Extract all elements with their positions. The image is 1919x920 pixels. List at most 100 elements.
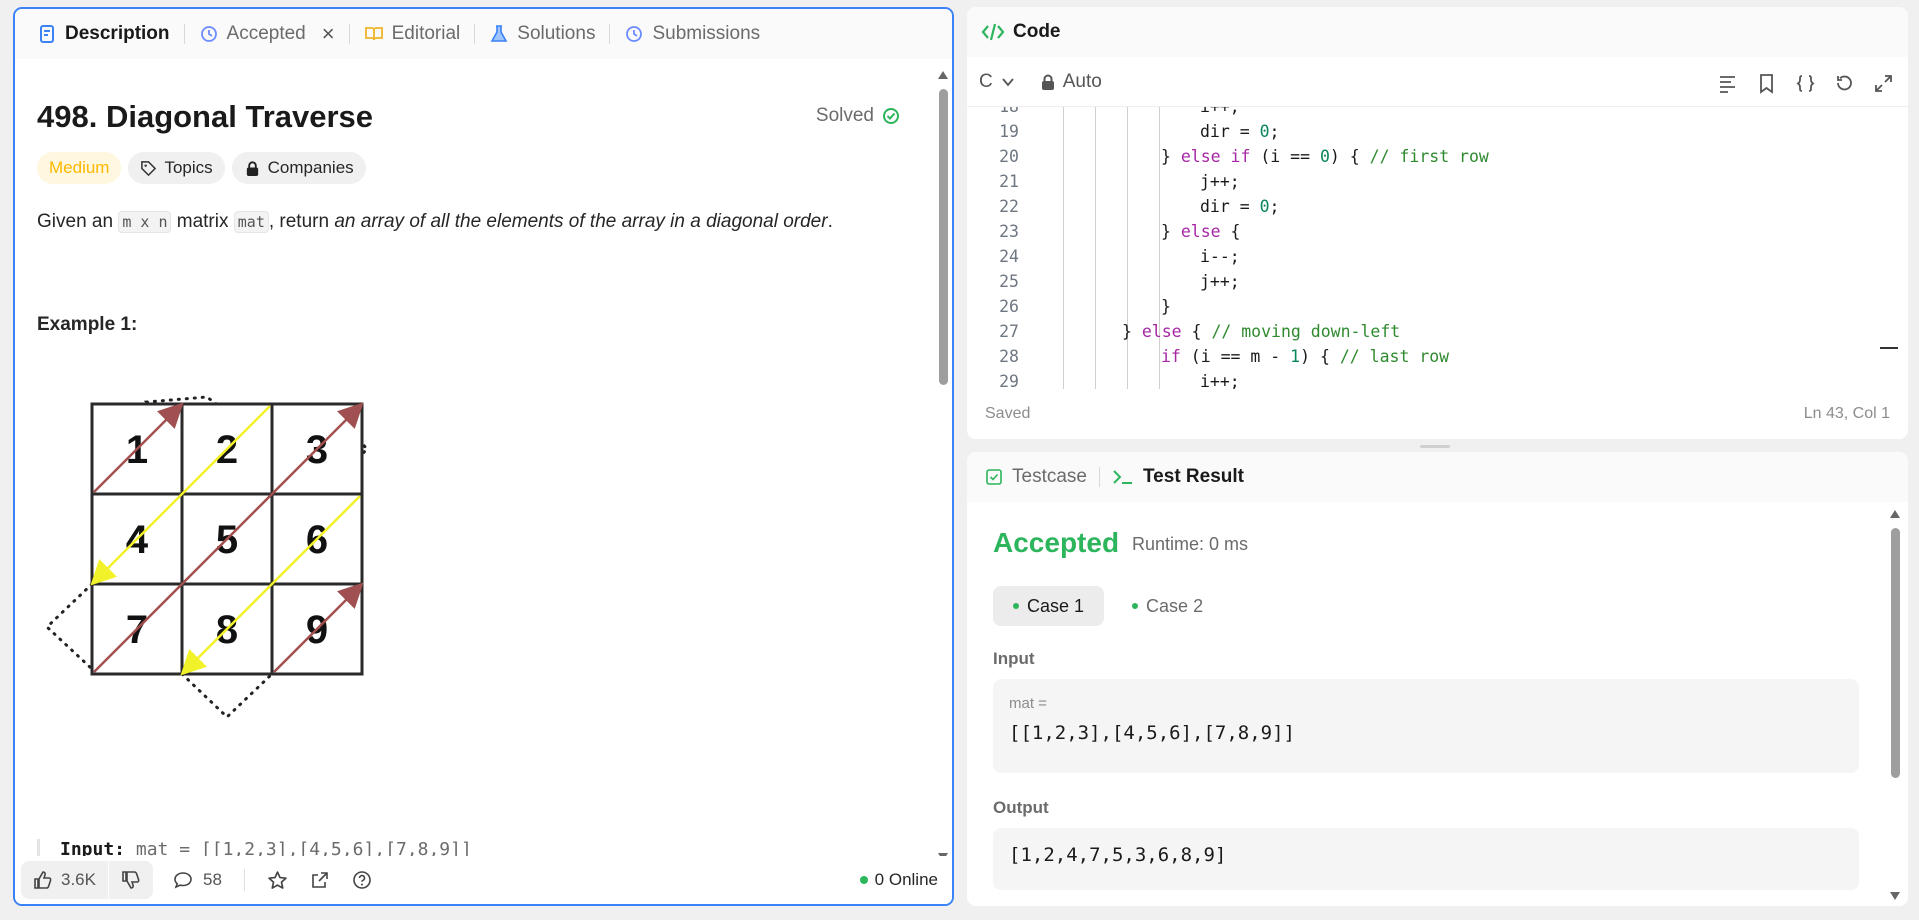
comment-count: 58	[202, 870, 222, 889]
external-link-icon	[312, 872, 328, 888]
scroll-thumb[interactable]	[1891, 528, 1900, 778]
auto-mode[interactable]: Auto	[1041, 71, 1102, 93]
dislike-button[interactable]	[109, 861, 153, 899]
tab-solutions-label: Solutions	[517, 23, 596, 44]
case-1-button[interactable]: Case 1	[993, 586, 1105, 626]
code-text: } else if (i == 0) { // first row	[1161, 147, 1489, 166]
case-2-button[interactable]: Case 2	[1112, 586, 1223, 626]
number-literal: 0	[1259, 197, 1270, 216]
reset-icon[interactable]	[1834, 73, 1855, 94]
code-text: } else {	[1161, 222, 1241, 241]
code-line: 19 dir = 0;	[967, 119, 1908, 144]
tab-divider	[1098, 467, 1100, 487]
code-line: 21 j++;	[967, 169, 1908, 194]
tab-test-result[interactable]: Test Result	[1112, 466, 1244, 488]
diagonal-traverse-diagram: 1 2 3 4 5 6 7 8 9	[44, 395, 370, 719]
left-tabbar: Description Accepted × Editorial Solutio…	[15, 9, 952, 59]
result-panel: Testcase Test Result Accepted Runtime: 0…	[967, 452, 1908, 906]
description-footer: 3.6K 58 0 Online	[15, 856, 952, 904]
line-number: 26	[999, 297, 1019, 316]
book-icon	[364, 27, 383, 41]
scroll-up-arrow[interactable]	[1890, 510, 1900, 518]
keyword: else	[1141, 322, 1182, 341]
line-number: 19	[999, 122, 1019, 141]
code-line: 25 j++;	[967, 269, 1908, 294]
description-panel: Description Accepted × Editorial Solutio…	[13, 7, 954, 906]
help-button[interactable]	[352, 870, 372, 890]
code-line: 22 dir = 0;	[967, 194, 1908, 219]
tab-editorial[interactable]: Editorial	[356, 9, 469, 59]
comment: // moving down-left	[1211, 322, 1401, 341]
tab-solutions[interactable]: Solutions	[481, 9, 603, 59]
input-value: [[1,2,3],[4,5,6],[7,8,9]]	[1009, 722, 1295, 744]
input-box: mat = [[1,2,3],[4,5,6],[7,8,9]]	[993, 679, 1859, 773]
line-number: 28	[999, 347, 1019, 366]
code-text: } else { // moving down-left	[1122, 322, 1401, 341]
auto-label: Auto	[1062, 70, 1102, 92]
lock-icon	[1041, 74, 1054, 90]
code-title: Code	[1013, 21, 1061, 42]
comment-icon	[174, 872, 192, 889]
line-number: 29	[999, 372, 1019, 389]
tab-divider	[474, 24, 476, 44]
language-value: C	[979, 70, 993, 92]
pass-dot	[1132, 603, 1139, 609]
tab-submissions[interactable]: Submissions	[616, 9, 768, 59]
code-editor[interactable]: 18 i++; 19 dir = 0; 20} else if (i == 0) {…	[967, 107, 1908, 389]
language-select[interactable]: C	[979, 71, 1015, 93]
description-scrollbar[interactable]	[938, 71, 948, 861]
history-icon	[200, 26, 217, 42]
history-icon	[626, 26, 643, 42]
code-text: i--;	[1200, 247, 1240, 266]
scroll-down-arrow[interactable]	[1890, 892, 1900, 900]
document-icon	[40, 25, 54, 43]
code-footer: Saved Ln 43, Col 1	[967, 389, 1908, 439]
tag-icon	[141, 160, 157, 176]
favorite-button[interactable]	[267, 870, 288, 891]
number-literal: 0	[1319, 147, 1330, 166]
tab-divider	[348, 24, 350, 44]
like-count: 3.6K	[61, 870, 96, 889]
example-title: Example 1:	[37, 314, 138, 335]
line-number: 18	[967, 107, 1019, 119]
vote-group: 3.6K	[21, 861, 153, 899]
topics-label: Topics	[164, 158, 213, 177]
expand-icon[interactable]	[1873, 73, 1894, 94]
format-icon[interactable]	[1717, 73, 1738, 94]
tab-accepted[interactable]: Accepted ×	[191, 9, 343, 59]
result-scrollbar[interactable]	[1890, 510, 1900, 900]
code-text: }	[1161, 297, 1171, 316]
line-number: 25	[999, 272, 1019, 291]
scroll-thumb[interactable]	[939, 89, 948, 385]
code-header: Code	[967, 7, 1908, 57]
question-circle-icon	[353, 871, 371, 889]
output-box: [1,2,4,7,5,3,6,8,9]	[993, 828, 1859, 890]
statement-text: Given an	[37, 211, 119, 232]
inline-code: m x n	[118, 211, 172, 233]
tab-testcase-label: Testcase	[1012, 466, 1087, 487]
problem-description: 498. Diagonal Traverse Solved Medium Top…	[15, 59, 940, 862]
comments-button[interactable]: 58	[173, 870, 222, 890]
companies-button[interactable]: Companies	[231, 152, 366, 184]
code-text: j++;	[1200, 272, 1240, 291]
companies-label: Companies	[267, 158, 354, 177]
code-line: 26}	[967, 294, 1908, 319]
code-line: 28 if (i == m - 1) { // last row	[967, 344, 1908, 369]
bookmark-icon[interactable]	[1756, 73, 1777, 94]
scroll-up-arrow[interactable]	[938, 71, 948, 79]
line-number: 22	[999, 197, 1019, 216]
panel-resize-handle[interactable]	[1420, 445, 1450, 448]
close-icon[interactable]: ×	[322, 21, 335, 47]
braces-icon[interactable]	[1795, 73, 1816, 94]
tab-testcase[interactable]: Testcase	[985, 466, 1087, 488]
code-panel: Code C Auto 18i++; 19dir = 0; 20} else i…	[967, 7, 1908, 439]
code-text: j++;	[1200, 172, 1240, 191]
number-literal: 1	[1290, 347, 1301, 366]
topics-button[interactable]: Topics	[128, 152, 225, 184]
code-line: 23 } else {	[967, 219, 1908, 244]
share-button[interactable]	[310, 870, 330, 890]
line-number: 23	[999, 222, 1019, 241]
tab-description[interactable]: Description	[29, 9, 178, 59]
like-button[interactable]: 3.6K	[21, 861, 108, 899]
star-icon	[268, 870, 287, 889]
